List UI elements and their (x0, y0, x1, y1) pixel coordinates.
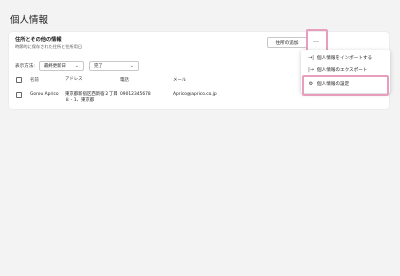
chevron-down-icon: ⌄ (74, 62, 79, 69)
column-header-email[interactable]: メール (173, 77, 243, 83)
row-address: 東京都新宿区西新宿２丁目８ - 1、東京都 (65, 92, 118, 103)
status-select-value: 完了 (93, 63, 103, 69)
menu-item-export[interactable]: |→ 個人情報のエクスポート (307, 66, 367, 74)
row-phone: 09012345678 (120, 92, 151, 97)
status-select[interactable]: 完了 ⌄ (88, 60, 139, 71)
column-header-phone[interactable]: 電話 (120, 77, 173, 83)
filter-row: 表示方法: 最終更新日 ⌄ 完了 ⌄ (15, 60, 144, 71)
add-address-button[interactable]: 住所の追加 (267, 37, 307, 48)
page-title: 個人情報 (10, 15, 49, 26)
row-checkbox[interactable] (16, 92, 22, 98)
row-name: Gorou Aprico (30, 92, 59, 97)
section-title: 住所とその他の情報 (15, 37, 62, 43)
menu-item-export-label: 個人情報のエクスポート (317, 68, 368, 73)
sort-select[interactable]: 最終更新日 ⌄ (38, 60, 84, 71)
display-method-label: 表示方法: (15, 63, 35, 69)
table-row[interactable]: Gorou Aprico 東京都新宿区西新宿２丁目８ - 1、東京都 09012… (15, 92, 315, 104)
import-icon: →| (308, 55, 314, 61)
chevron-down-icon: ⌄ (129, 62, 134, 69)
column-header-address[interactable]: アドレス (65, 77, 120, 83)
select-all-checkbox[interactable] (16, 77, 22, 83)
section-subtitle: 時節的に保存された住所と住所用日 (15, 44, 83, 49)
menu-item-import-label: 個人情報をインポートする (317, 56, 373, 61)
export-icon: |→ (308, 67, 314, 73)
sort-select-value: 最終更新日 (43, 63, 66, 69)
table-header: 名前 アドレス 電話 メール (15, 77, 315, 83)
settings-highlight (302, 75, 389, 96)
row-email: Aprico@aprico.co.jp (173, 92, 217, 97)
menu-item-import[interactable]: →| 個人情報をインポートする (307, 54, 372, 62)
column-header-name[interactable]: 名前 (30, 77, 65, 83)
